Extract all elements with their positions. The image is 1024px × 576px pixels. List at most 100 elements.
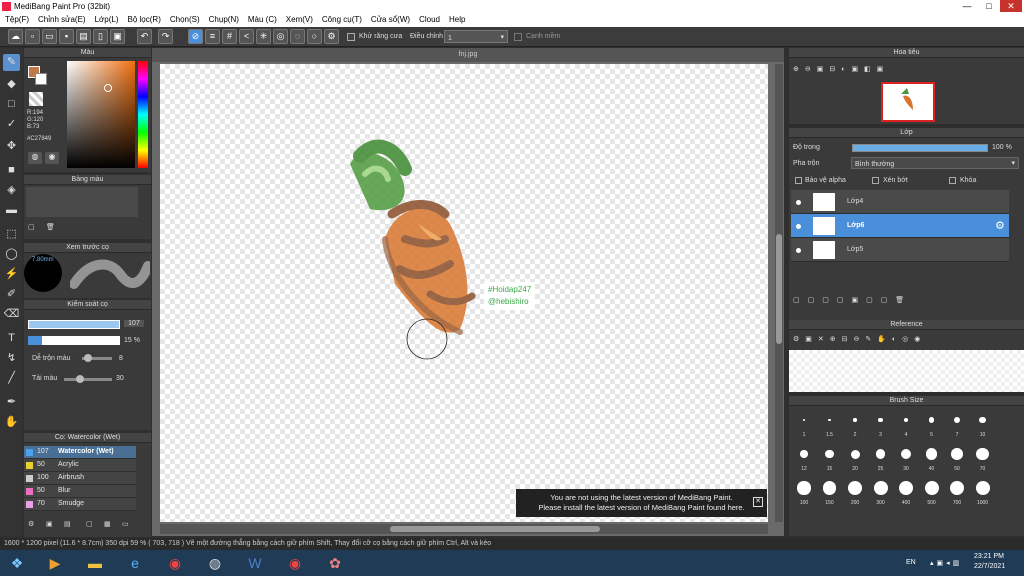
clock-time[interactable]: 23:21 PM <box>974 553 1004 560</box>
menu-file[interactable]: Tệp(F) <box>0 13 33 24</box>
brush-size-option[interactable]: 1.5 <box>819 410 841 442</box>
eraser-tool-icon[interactable]: ◆ <box>3 76 20 93</box>
brush-size-option[interactable]: 300 <box>870 478 892 510</box>
brush-size-option[interactable]: 400 <box>895 478 917 510</box>
fill-shape-tool-icon[interactable]: ■ <box>3 162 20 179</box>
brush-size-option[interactable]: 5 <box>921 410 943 442</box>
menu-window[interactable]: Cửa sổ(W) <box>366 13 414 24</box>
document-tab[interactable]: fnj.jpg <box>152 48 784 62</box>
select-eraser-tool-icon[interactable]: ⌫ <box>3 306 20 323</box>
add-palette-icon[interactable]: ▢ <box>28 223 35 231</box>
brush-size-option[interactable]: 70 <box>972 444 994 476</box>
brush-size-option[interactable]: 500 <box>921 478 943 510</box>
reload-slider[interactable] <box>64 378 112 381</box>
bucket-tool-icon[interactable]: ◈ <box>3 182 20 199</box>
protect-alpha-checkbox[interactable] <box>795 177 802 184</box>
palette-area[interactable] <box>26 187 138 217</box>
canvas-vscroll[interactable] <box>775 64 783 522</box>
menu-help[interactable]: Help <box>444 13 469 24</box>
move-tool-icon[interactable]: ✥ <box>3 138 20 155</box>
lasso-tool-icon[interactable]: ◯ <box>3 246 20 263</box>
hue-slider[interactable] <box>138 61 148 168</box>
brush-size-option[interactable]: 3 <box>870 410 892 442</box>
divide-tool-icon[interactable]: ╱ <box>3 370 20 387</box>
brush-size-option[interactable]: 40 <box>921 444 943 476</box>
new-file-icon[interactable]: ▫ <box>25 29 40 44</box>
start-button-icon[interactable]: ❖ <box>0 551 34 575</box>
open-icon[interactable]: ▭ <box>42 29 57 44</box>
brush-list-item[interactable]: 50 Acrylic <box>24 459 136 472</box>
brush-list-item[interactable]: 70 Smudge <box>24 498 136 511</box>
menu-select[interactable]: Chọn(S) <box>165 13 204 24</box>
menu-layer[interactable]: Lớp(L) <box>90 13 123 24</box>
brush-size-option[interactable]: 20 <box>844 444 866 476</box>
antialias-checkbox[interactable] <box>347 33 355 41</box>
snap-settings-icon[interactable]: ○ <box>307 29 322 44</box>
snap-radial-icon[interactable]: ✳ <box>256 29 271 44</box>
brush-folder-icon[interactable]: ▣ <box>46 520 53 528</box>
internet-explorer-icon[interactable]: e <box>118 551 152 575</box>
transparent-swatch[interactable] <box>29 92 43 106</box>
eyedropper-tool-icon[interactable]: ✒ <box>3 394 20 411</box>
reference-canvas[interactable] <box>789 350 1024 392</box>
brush-copy-icon[interactable]: ▢ <box>86 520 93 528</box>
brush-size-option[interactable]: 25 <box>870 444 892 476</box>
layer-row-lop6[interactable]: Lớp6 ⚙ <box>791 214 1009 238</box>
update-notice[interactable]: You are not using the latest version of … <box>516 489 767 517</box>
redo-icon[interactable]: ↷ <box>158 29 173 44</box>
lock-checkbox[interactable] <box>949 177 956 184</box>
brush-size-option[interactable]: 200 <box>844 478 866 510</box>
brush-size-option[interactable]: 2 <box>844 410 866 442</box>
file-explorer-icon[interactable]: ▬ <box>78 551 112 575</box>
brush-size-option[interactable]: 30 <box>895 444 917 476</box>
blend-slider-handle[interactable] <box>84 354 92 362</box>
brush-list-item[interactable]: 100 Airbrush <box>24 472 136 485</box>
brush-size-slider[interactable] <box>28 320 120 329</box>
text-tool-icon[interactable]: T <box>3 330 20 347</box>
visibility-icon[interactable] <box>796 248 801 253</box>
brush-add-icon[interactable]: ⚙ <box>28 520 34 528</box>
tray-icons[interactable]: ▴▣◂▥ <box>930 559 962 567</box>
maximize-button[interactable]: □ <box>978 0 1000 12</box>
cloud-icon[interactable]: ☁ <box>8 29 23 44</box>
menu-tools[interactable]: Công cụ(T) <box>317 13 366 24</box>
layer-gear-icon[interactable]: ⚙ <box>995 219 1005 232</box>
brush-size-option[interactable]: 700 <box>946 478 968 510</box>
brush-size-option[interactable]: 15 <box>819 444 841 476</box>
layer-opacity-slider[interactable] <box>852 144 988 152</box>
brush-list-item[interactable]: 107 Watercolor (Wet) <box>24 446 136 459</box>
brush-opacity-slider[interactable] <box>28 336 120 345</box>
save-icon[interactable]: ▪ <box>59 29 74 44</box>
smooth-checkbox[interactable] <box>514 33 522 41</box>
menu-cloud[interactable]: Cloud <box>414 13 444 24</box>
operation-tool-icon[interactable]: ↯ <box>3 350 20 367</box>
reference-toolbar[interactable]: ⚙▣✕⊕⊟⊖✎✋◐◎◉ <box>793 335 926 343</box>
brush-size-option[interactable]: 4 <box>895 410 917 442</box>
brush-delete-icon[interactable]: ▭ <box>122 520 129 528</box>
snap-perspective-icon[interactable]: < <box>239 29 254 44</box>
brush-size-option[interactable]: 10 <box>972 410 994 442</box>
navigator-toolbar[interactable]: ⊕⊖▣⊟◐▣◧▣ <box>793 65 889 73</box>
visibility-icon[interactable] <box>796 224 801 229</box>
navigator-thumbnail[interactable] <box>881 82 935 122</box>
reload-slider-handle[interactable] <box>76 375 84 383</box>
word-icon[interactable]: W <box>238 551 272 575</box>
color-wheel-icon[interactable]: ◍ <box>28 152 42 164</box>
adjust-select[interactable]: 1 ▾ <box>444 30 508 43</box>
brush-size-option[interactable]: 1 <box>793 410 815 442</box>
snap-gear-icon[interactable]: ⚙ <box>324 29 339 44</box>
chrome-icon[interactable]: ◉ <box>158 551 192 575</box>
minimize-button[interactable]: — <box>956 0 978 12</box>
rect-tool-icon[interactable]: □ <box>3 96 20 113</box>
brush-tool-icon[interactable]: ✎ <box>3 54 20 71</box>
menu-view[interactable]: Xem(V) <box>281 13 317 24</box>
media-player-icon[interactable]: ▶ <box>38 551 72 575</box>
upload-icon[interactable]: ▣ <box>110 29 125 44</box>
snap-curve-icon[interactable]: ◌ <box>290 29 305 44</box>
brush-size-option[interactable]: 12 <box>793 444 815 476</box>
snap-circle-icon[interactable]: ◎ <box>273 29 288 44</box>
undo-icon[interactable]: ↶ <box>137 29 152 44</box>
medibang-icon[interactable]: ✿ <box>318 551 352 575</box>
menu-color[interactable]: Màu (C) <box>243 13 281 24</box>
notice-close-icon[interactable]: ✕ <box>753 497 763 507</box>
